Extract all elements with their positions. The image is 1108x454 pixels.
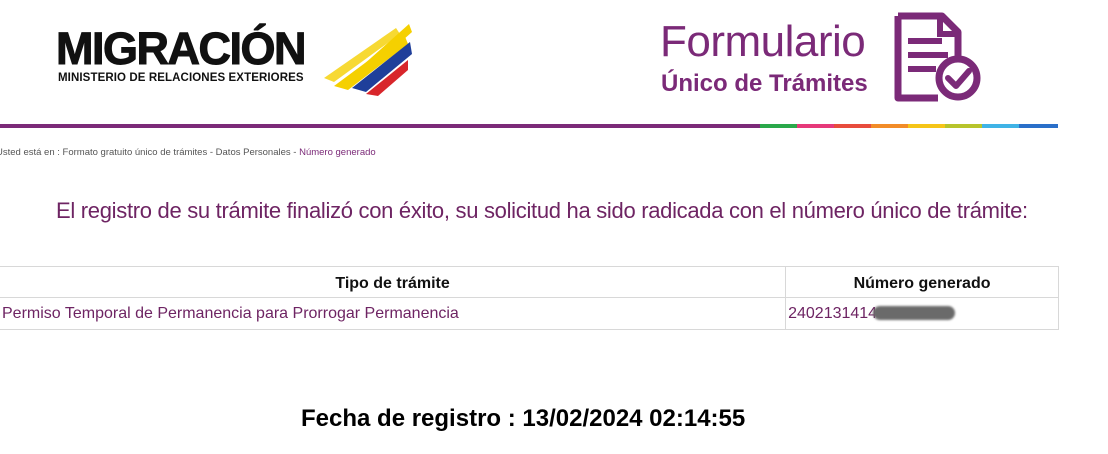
column-header-numero: Número generado [785, 266, 1059, 298]
migracion-logo: MIGRACIÓN MINISTERIO DE RELACIONES EXTER… [56, 20, 416, 100]
redaction-mark [873, 305, 956, 320]
breadcrumb: Usted está en : Formato gratuito único d… [0, 147, 376, 158]
color-bar-segment [871, 124, 908, 128]
tipo-tramite-cell: Permiso Temporal de Permanencia para Pro… [0, 297, 787, 330]
formulario-logo-subtitle: Único de Trámites [661, 70, 868, 97]
colombia-flag-swoosh-icon [324, 24, 412, 96]
document-check-icon [894, 12, 981, 102]
numero-generado-value: 2402131414 [788, 304, 878, 322]
table-header-row: Tipo de trámite Número generado [0, 266, 1059, 298]
color-bar-segment [0, 124, 760, 128]
success-heading: El registro de su trámite finalizó con é… [56, 198, 1028, 223]
formulario-logo: Formulario Único de Trámites [658, 12, 988, 104]
column-header-tipo: Tipo de trámite [0, 266, 787, 298]
color-bar-segment [982, 124, 1019, 128]
page-header: MIGRACIÓN MINISTERIO DE RELACIONES EXTER… [0, 0, 1108, 124]
header-color-bar [0, 124, 1058, 128]
color-bar-segment [760, 124, 797, 128]
numero-generado-cell: 2402131414 [785, 297, 1059, 330]
migracion-logo-subtitle: MINISTERIO DE RELACIONES EXTERIORES [58, 72, 304, 84]
formulario-logo-title: Formulario [660, 17, 866, 66]
migracion-logo-title: MIGRACIÓN [56, 23, 308, 74]
color-bar-segment [945, 124, 982, 128]
table-row: Permiso Temporal de Permanencia para Pro… [0, 297, 1059, 330]
color-bar-segment [908, 124, 945, 128]
color-bar-segment [1019, 124, 1058, 128]
breadcrumb-current[interactable]: Número generado [299, 147, 376, 158]
result-table: Tipo de trámite Número generado Permiso … [0, 266, 1059, 330]
color-bar-segment [834, 124, 871, 128]
color-bar-segment [797, 124, 834, 128]
breadcrumb-path: Usted está en : Formato gratuito único d… [0, 147, 300, 158]
fecha-registro: Fecha de registro : 13/02/2024 02:14:55 [301, 405, 746, 432]
